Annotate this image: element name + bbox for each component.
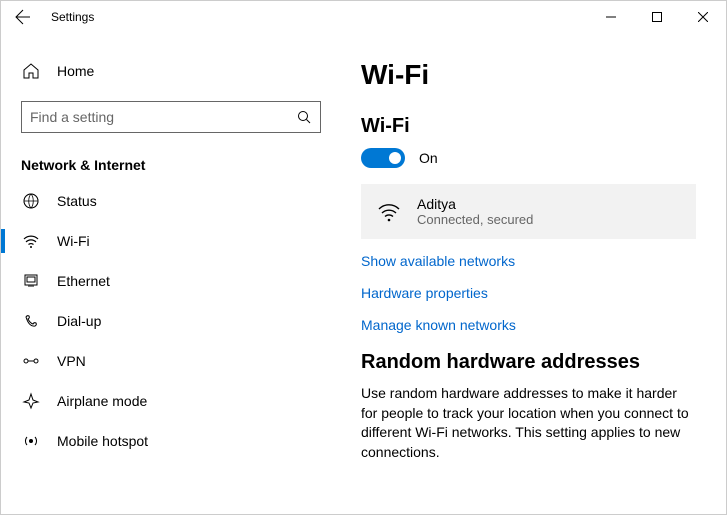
sidebar: Home Network & Internet Status Wi-Fi [1, 33, 331, 514]
page-title: Wi-Fi [361, 59, 696, 91]
manage-known-link[interactable]: Manage known networks [361, 317, 696, 333]
vpn-icon [21, 351, 41, 371]
wifi-section-heading: Wi-Fi [361, 115, 696, 138]
arrow-left-icon [15, 9, 31, 25]
sidebar-item-dialup[interactable]: Dial-up [1, 301, 321, 341]
minimize-icon [606, 12, 616, 22]
home-icon [21, 61, 41, 81]
sidebar-item-ethernet[interactable]: Ethernet [1, 261, 321, 301]
search-box[interactable] [21, 101, 321, 133]
sidebar-item-status[interactable]: Status [1, 181, 321, 221]
wifi-connected-icon [375, 198, 403, 226]
sidebar-item-label: Ethernet [57, 273, 110, 289]
hotspot-icon [21, 431, 41, 451]
minimize-button[interactable] [588, 1, 634, 33]
ethernet-icon [21, 271, 41, 291]
close-icon [698, 12, 708, 22]
network-status: Connected, secured [417, 212, 533, 227]
status-icon [21, 191, 41, 211]
show-available-link[interactable]: Show available networks [361, 253, 696, 269]
sidebar-item-label: Airplane mode [57, 393, 147, 409]
maximize-button[interactable] [634, 1, 680, 33]
sidebar-item-label: Dial-up [57, 313, 101, 329]
home-label: Home [57, 63, 94, 79]
dialup-icon [21, 311, 41, 331]
wifi-toggle[interactable] [361, 148, 405, 168]
sidebar-item-label: Status [57, 193, 97, 209]
close-button[interactable] [680, 1, 726, 33]
sidebar-item-airplane[interactable]: Airplane mode [1, 381, 321, 421]
titlebar: Settings [1, 1, 726, 33]
sidebar-item-label: VPN [57, 353, 86, 369]
random-hw-desc: Use random hardware addresses to make it… [361, 384, 696, 462]
maximize-icon [652, 12, 662, 22]
sidebar-item-label: Wi-Fi [57, 233, 90, 249]
sidebar-item-hotspot[interactable]: Mobile hotspot [1, 421, 321, 461]
network-name: Aditya [417, 196, 533, 212]
random-hw-heading: Random hardware addresses [361, 351, 696, 374]
window-controls [588, 1, 726, 33]
category-heading: Network & Internet [21, 157, 321, 173]
main-panel: Wi-Fi Wi-Fi On Aditya Connected, secured… [331, 33, 726, 514]
back-button[interactable] [7, 1, 39, 33]
wifi-toggle-row: On [361, 148, 696, 168]
home-button[interactable]: Home [21, 53, 321, 89]
search-input[interactable] [30, 109, 297, 125]
airplane-icon [21, 391, 41, 411]
sidebar-item-label: Mobile hotspot [57, 433, 148, 449]
window-title: Settings [51, 10, 94, 24]
hardware-properties-link[interactable]: Hardware properties [361, 285, 696, 301]
current-network-card[interactable]: Aditya Connected, secured [361, 184, 696, 239]
wifi-toggle-label: On [419, 150, 438, 166]
search-icon [297, 109, 312, 125]
wifi-icon [21, 231, 41, 251]
sidebar-item-vpn[interactable]: VPN [1, 341, 321, 381]
sidebar-item-wifi[interactable]: Wi-Fi [1, 221, 321, 261]
